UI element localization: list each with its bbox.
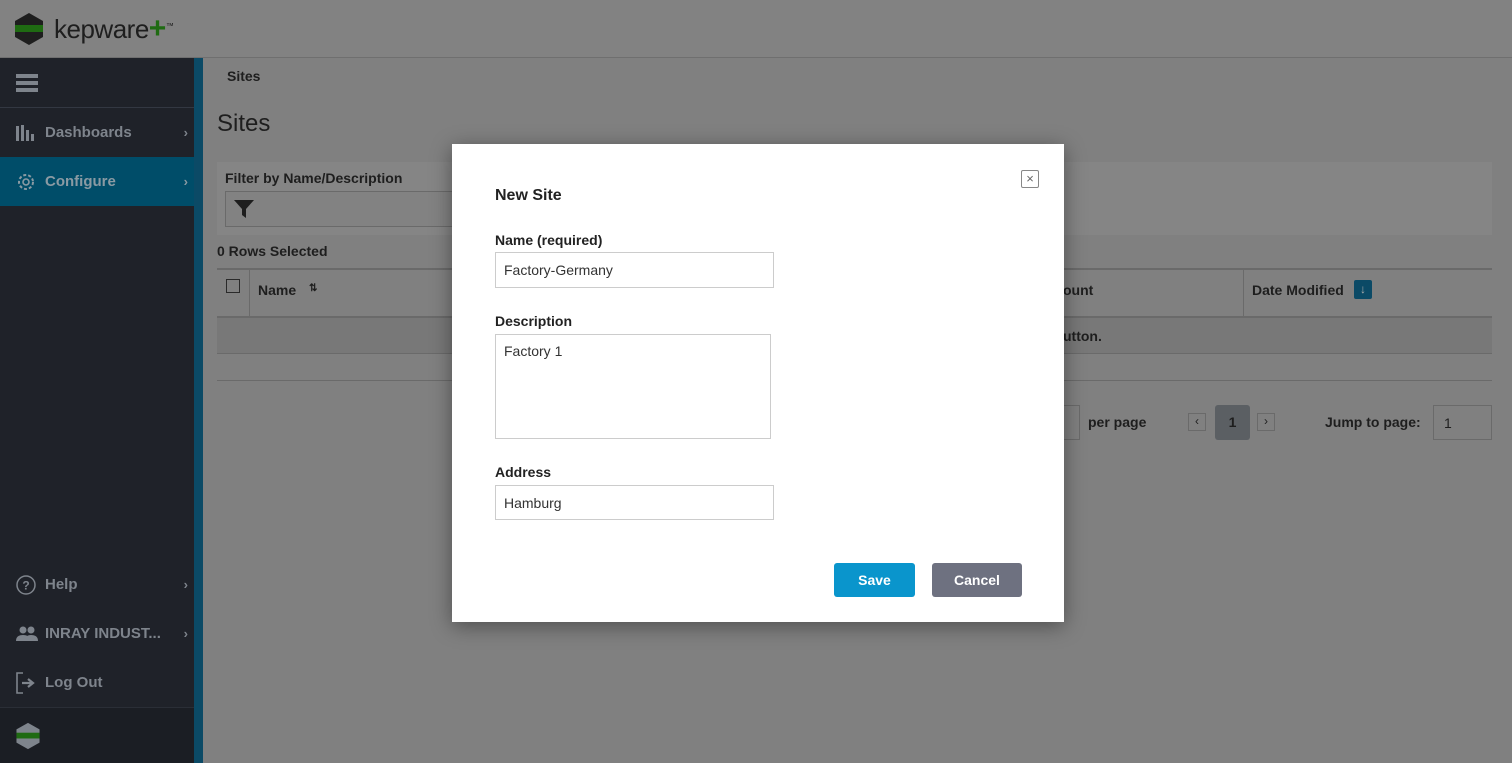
dialog-title: New Site [495,187,562,204]
menu-toggle[interactable] [0,58,194,108]
sidebar: Dashboards › Configure › ? Help › INRAY … [0,58,194,763]
chevron-right-icon: › [183,626,188,641]
sidebar-item-configure[interactable]: Configure › [0,157,194,206]
address-field[interactable] [495,485,774,520]
jump-to-page-input[interactable]: 1 [1433,405,1492,440]
sidebar-item-label: Log Out [45,674,103,691]
name-field[interactable] [495,252,774,288]
sort-icon[interactable]: ⇅ [309,283,317,294]
sidebar-item-label: Configure [45,173,116,190]
sidebar-footer [0,707,194,763]
sidebar-item-label: Help [45,576,78,593]
sidebar-edge [194,58,203,763]
name-label: Name (required) [495,232,603,248]
next-page-button[interactable]: › [1257,413,1275,431]
chevron-right-icon: › [183,577,188,592]
chevron-right-icon: › [183,125,188,140]
save-button[interactable]: Save [834,563,915,597]
prev-page-button[interactable]: ‹ [1188,413,1206,431]
address-label: Address [495,464,552,480]
kepware-logo-icon [16,722,40,749]
column-date-modified[interactable]: Date Modified [1252,282,1344,298]
sidebar-item-help[interactable]: ? Help › [0,560,194,609]
select-all-checkbox[interactable] [226,279,240,293]
gear-icon [18,173,34,190]
logout-icon [16,671,35,694]
chevron-right-icon: › [183,174,188,189]
filter-icon [234,200,254,218]
new-site-dialog: × New Site Name (required) Description F… [452,144,1064,622]
close-icon[interactable]: × [1021,170,1039,188]
bar-chart-icon [16,124,34,141]
sidebar-item-label: Dashboards [45,124,132,141]
cancel-button[interactable]: Cancel [932,563,1022,597]
description-field[interactable]: Factory 1 [495,334,771,439]
svg-text:?: ? [22,578,29,592]
logo-text: kepware+™ [54,11,174,45]
breadcrumb[interactable]: Sites [227,68,260,84]
sidebar-item-logout[interactable]: Log Out [0,658,194,707]
hamburger-icon [16,73,38,92]
column-name[interactable]: Name [258,282,296,298]
app-header: kepware+™ [0,0,1512,58]
sidebar-item-label: INRAY INDUST... [45,625,161,642]
kepware-logo-icon [15,12,43,45]
page-1-button[interactable]: 1 [1215,405,1250,440]
page-title: Sites [217,110,271,137]
sidebar-item-dashboards[interactable]: Dashboards › [0,108,194,157]
help-circle-icon: ? [16,574,36,595]
jump-label: Jump to page: [1325,414,1421,430]
sort-desc-icon[interactable]: ↓ [1354,280,1372,299]
rows-selected: 0 Rows Selected [217,243,328,259]
users-icon [16,626,38,641]
description-label: Description [495,313,573,329]
sidebar-item-account[interactable]: INRAY INDUST... › [0,609,194,658]
column-count[interactable]: ount [1063,282,1093,298]
per-page-label: per page [1088,414,1147,430]
filter-label: Filter by Name/Description [225,170,403,186]
